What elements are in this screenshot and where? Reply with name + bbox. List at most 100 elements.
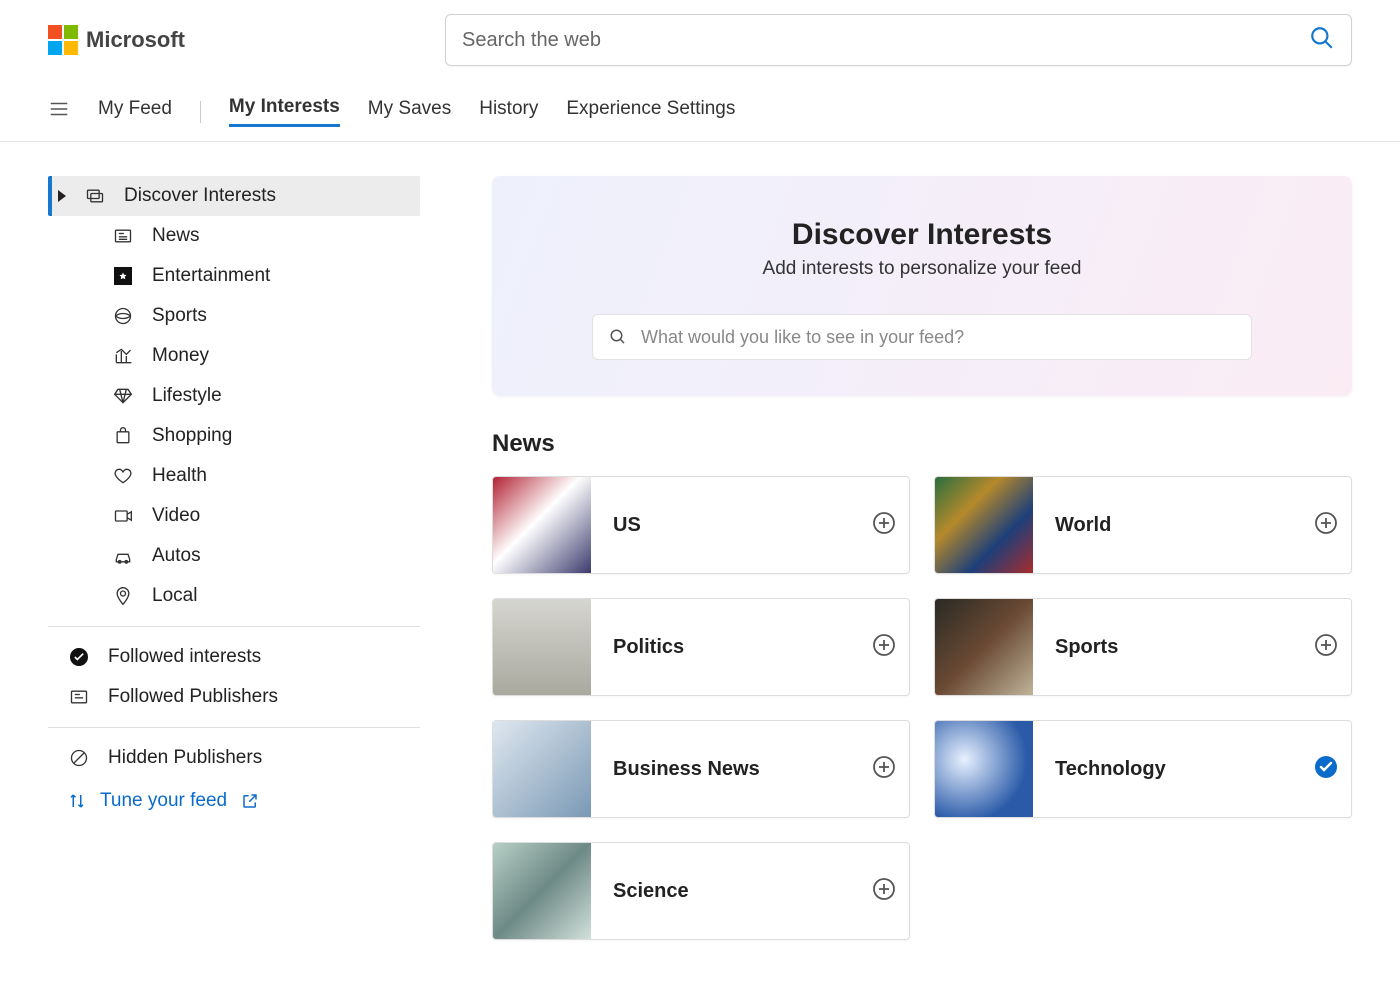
sidebar-category-lifestyle[interactable]: Lifestyle [112,376,420,416]
plus-icon [1314,511,1338,540]
sidebar-category-label: Autos [152,545,201,567]
nav-experience-settings[interactable]: Experience Settings [566,98,735,126]
sidebar-followed-interests-label: Followed interests [108,646,261,668]
web-search-input[interactable] [462,29,1309,52]
microsoft-logo-icon [48,25,78,55]
sidebar-followed-publishers[interactable]: Followed Publishers [48,677,420,717]
interest-card-business-news[interactable]: Business News [492,720,910,818]
hero-subtitle: Add interests to personalize your feed [532,258,1312,280]
check-circle-icon [68,647,90,667]
card-thumbnail [935,477,1033,573]
card-label: World [1033,514,1301,537]
nav-separator [200,101,201,123]
card-thumbnail [493,721,591,817]
nav-history[interactable]: History [479,98,538,126]
tune-your-feed-link[interactable]: Tune your feed [48,778,420,824]
card-add-button[interactable] [1301,511,1351,540]
interest-cards-grid: US World Politics Sports Business News Techno… [492,476,1352,940]
card-thumbnail [935,721,1033,817]
hero-title: Discover Interests [532,218,1312,252]
sidebar-discover-interests[interactable]: Discover Interests [48,176,420,216]
sidebar-category-label: News [152,225,200,247]
newspaper-icon [68,687,90,707]
card-add-button[interactable] [859,511,909,540]
interest-card-sports[interactable]: Sports [934,598,1352,696]
sidebar-category-autos[interactable]: Autos [112,536,420,576]
sidebar-followed-publishers-label: Followed Publishers [108,686,278,708]
web-search-bar[interactable] [445,14,1352,66]
sort-icon [68,792,86,810]
card-add-button[interactable] [859,877,909,906]
sidebar-category-label: Money [152,345,209,367]
card-add-button[interactable] [859,755,909,784]
interest-search-input[interactable] [641,327,1235,348]
plus-icon [872,755,896,784]
card-label: Sports [1033,636,1301,659]
discover-hero: Discover Interests Add interests to pers… [492,176,1352,396]
card-selected-button[interactable] [1301,755,1351,784]
sidebar-category-label: Sports [152,305,207,327]
section-title: News [492,430,1352,458]
interest-search-bar[interactable] [592,314,1252,360]
sidebar-category-label: Lifestyle [152,385,222,407]
card-label: US [591,514,859,537]
sidebar-category-label: Video [152,505,200,527]
sidebar-category-video[interactable]: Video [112,496,420,536]
sidebar-category-news[interactable]: News [112,216,420,256]
card-label: Politics [591,636,859,659]
sidebar-category-money[interactable]: Money [112,336,420,376]
main-content: Discover Interests Add interests to pers… [492,176,1352,940]
interest-card-us[interactable]: US [492,476,910,574]
card-add-button[interactable] [1301,633,1351,662]
interest-card-science[interactable]: Science [492,842,910,940]
diamond-icon [112,386,134,406]
ball-icon [112,306,134,326]
sidebar-hidden-publishers[interactable]: Hidden Publishers [48,738,420,778]
sidebar-category-shopping[interactable]: Shopping [112,416,420,456]
video-icon [112,506,134,526]
card-add-button[interactable] [859,633,909,662]
brand-name: Microsoft [86,27,185,53]
bag-icon [112,426,134,446]
card-label: Technology [1033,758,1301,781]
star-icon [112,266,134,286]
nav-my-feed[interactable]: My Feed [98,98,172,126]
sidebar-discover-label: Discover Interests [124,185,276,207]
search-icon [609,328,627,346]
sidebar-category-health[interactable]: Health [112,456,420,496]
nav-my-interests[interactable]: My Interests [229,96,340,127]
search-icon[interactable] [1309,25,1335,56]
check-icon [1314,755,1338,784]
sidebar-category-label: Local [152,585,197,607]
sidebar-hidden-publishers-label: Hidden Publishers [108,747,262,769]
ban-icon [68,748,90,768]
caret-right-icon [58,190,66,202]
sidebar-category-label: Health [152,465,207,487]
sidebar-category-local[interactable]: Local [112,576,420,616]
sidebar-category-label: Shopping [152,425,232,447]
interest-card-world[interactable]: World [934,476,1352,574]
plus-icon [872,511,896,540]
plus-icon [872,877,896,906]
car-icon [112,546,134,566]
card-label: Science [591,880,859,903]
chart-icon [112,346,134,366]
sidebar-followed-interests[interactable]: Followed interests [48,637,420,677]
primary-nav: My Feed My Interests My Saves History Ex… [0,76,1400,142]
brand-logo[interactable]: Microsoft [48,25,185,55]
interest-card-technology[interactable]: Technology [934,720,1352,818]
header: Microsoft [0,0,1400,76]
sidebar-category-label: Entertainment [152,265,270,287]
plus-icon [872,633,896,662]
sidebar: Discover Interests News Entertainment Spor… [48,176,420,940]
card-thumbnail [493,843,591,939]
sidebar-category-sports[interactable]: Sports [112,296,420,336]
hamburger-icon[interactable] [48,98,70,126]
card-thumbnail [935,599,1033,695]
cards-icon [84,186,106,206]
nav-my-saves[interactable]: My Saves [368,98,451,126]
interest-card-politics[interactable]: Politics [492,598,910,696]
heart-icon [112,466,134,486]
sidebar-divider [48,626,420,627]
sidebar-category-entertainment[interactable]: Entertainment [112,256,420,296]
